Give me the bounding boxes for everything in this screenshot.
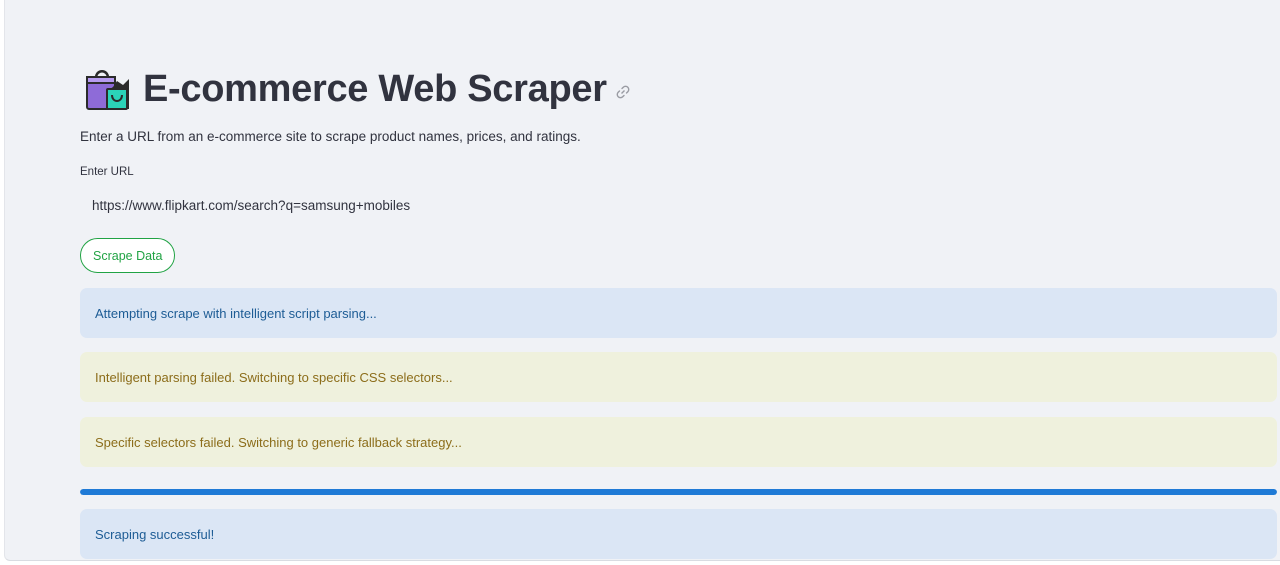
progress-bar-fill	[80, 489, 1277, 495]
warning-alert: Intelligent parsing failed. Switching to…	[80, 352, 1277, 402]
success-alert: Scraping successful!	[80, 509, 1277, 559]
progress-bar	[80, 489, 1277, 495]
scrape-data-button[interactable]: Scrape Data	[80, 238, 176, 273]
url-field-label: Enter URL	[80, 166, 134, 178]
warning-alert: Specific selectors failed. Switching to …	[80, 417, 1277, 467]
info-alert: Attempting scrape with intelligent scrip…	[80, 288, 1277, 338]
link-icon[interactable]	[615, 84, 631, 100]
alert-text: Specific selectors failed. Switching to …	[95, 434, 462, 450]
title-row: E-commerce Web Scraper	[83, 62, 631, 116]
url-input[interactable]	[80, 190, 1277, 220]
shopping-bags-icon	[86, 70, 129, 110]
alert-text: Attempting scrape with intelligent scrip…	[95, 305, 377, 321]
alert-text: Intelligent parsing failed. Switching to…	[95, 369, 453, 385]
alert-text: Scraping successful!	[95, 526, 215, 542]
app-frame: E-commerce Web Scraper Enter a URL from …	[4, 0, 1280, 561]
page-description: Enter a URL from an e-commerce site to s…	[80, 129, 581, 144]
page-title: E-commerce Web Scraper	[143, 67, 607, 110]
